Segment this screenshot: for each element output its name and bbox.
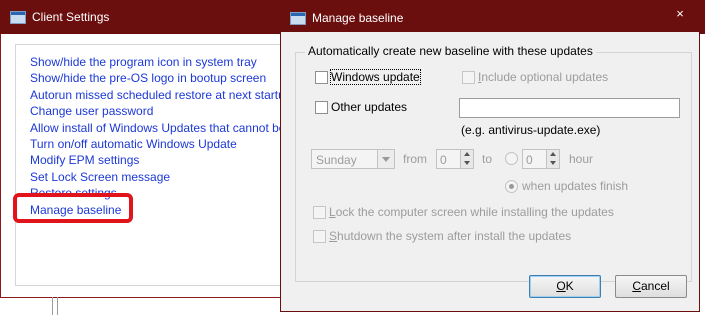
spin-down-icon[interactable] xyxy=(461,159,473,168)
include-optional-checkbox[interactable] xyxy=(462,71,475,84)
windows-update-label[interactable]: Windows update xyxy=(330,69,421,85)
window-icon xyxy=(290,12,306,25)
lock-screen-label[interactable]: Lock the computer screen while installin… xyxy=(329,205,614,219)
window-icon xyxy=(10,11,26,24)
cancel-text: ancel xyxy=(640,279,670,293)
dialog-titlebar[interactable]: Manage baseline × xyxy=(280,2,700,32)
chevron-down-icon[interactable] xyxy=(377,150,394,168)
shutdown-text: hutdown the system after install the upd… xyxy=(337,229,572,243)
ok-text: K xyxy=(565,279,574,293)
include-optional-text: nclude optional updates xyxy=(481,70,609,84)
other-updates-label[interactable]: Other updates xyxy=(331,100,407,114)
to-hour-value: 0 xyxy=(526,153,533,167)
ok-button[interactable]: OK xyxy=(529,275,601,298)
link-show-hide-tray-icon[interactable]: Show/hide the program icon in system tra… xyxy=(30,55,257,69)
link-allow-windows-updates[interactable]: Allow install of Windows Updates that ca… xyxy=(30,121,299,135)
ok-mnemonic: O xyxy=(556,279,566,293)
from-label: from xyxy=(403,152,427,166)
shutdown-checkbox[interactable] xyxy=(313,230,326,243)
when-updates-finish-label[interactable]: when updates finish xyxy=(522,179,628,193)
from-hour-spinner[interactable]: 0 xyxy=(436,149,474,169)
cancel-button[interactable]: Cancel xyxy=(615,275,687,298)
when-updates-finish-radio[interactable] xyxy=(505,180,518,193)
day-select-value: Sunday xyxy=(316,153,357,167)
window-edge-divider xyxy=(52,297,58,315)
include-optional-label[interactable]: Include optional updates xyxy=(478,70,608,84)
day-select[interactable]: Sunday xyxy=(311,149,395,169)
to-label: to xyxy=(482,152,493,166)
link-turn-on-off-auto-update[interactable]: Turn on/off automatic Windows Update xyxy=(30,137,237,151)
other-updates-input[interactable] xyxy=(459,98,680,118)
to-hour-spinner[interactable]: 0 xyxy=(522,149,560,169)
lock-screen-text: ock the computer screen while installing… xyxy=(335,205,614,219)
lock-screen-mnemonic: L xyxy=(329,205,336,219)
other-updates-checkbox[interactable] xyxy=(315,101,328,114)
manage-baseline-dialog: Manage baseline × Automatically create n… xyxy=(280,2,700,312)
dialog-title: Manage baseline xyxy=(312,11,404,25)
from-hour-value: 0 xyxy=(440,153,447,167)
manage-baseline-highlight xyxy=(13,193,133,223)
group-title: Automatically create new baseline with t… xyxy=(305,44,596,58)
from-hour-spin-buttons xyxy=(460,150,473,168)
hour-label: hour xyxy=(569,152,594,166)
lock-screen-checkbox[interactable] xyxy=(313,206,326,219)
client-settings-title: Client Settings xyxy=(32,10,110,24)
windows-update-checkbox[interactable] xyxy=(315,71,328,84)
shutdown-label[interactable]: Shutdown the system after install the up… xyxy=(329,229,571,243)
link-change-user-password[interactable]: Change user password xyxy=(30,104,153,118)
shutdown-mnemonic: S xyxy=(329,229,338,243)
cancel-mnemonic: C xyxy=(632,279,641,293)
close-icon[interactable]: × xyxy=(666,4,694,24)
dialog-body: Automatically create new baseline with t… xyxy=(280,32,700,312)
link-autorun-missed-restore[interactable]: Autorun missed scheduled restore at next… xyxy=(30,88,291,102)
example-hint: (e.g. antivirus-update.exe) xyxy=(461,123,601,137)
spin-down-icon[interactable] xyxy=(547,159,559,168)
link-modify-epm-settings[interactable]: Modify EPM settings xyxy=(30,153,139,167)
link-show-hide-preos-logo[interactable]: Show/hide the pre-OS logo in bootup scre… xyxy=(30,71,266,85)
to-hour-radio[interactable] xyxy=(505,152,518,165)
link-set-lock-screen-message[interactable]: Set Lock Screen message xyxy=(30,170,170,184)
to-hour-spin-buttons xyxy=(546,150,559,168)
